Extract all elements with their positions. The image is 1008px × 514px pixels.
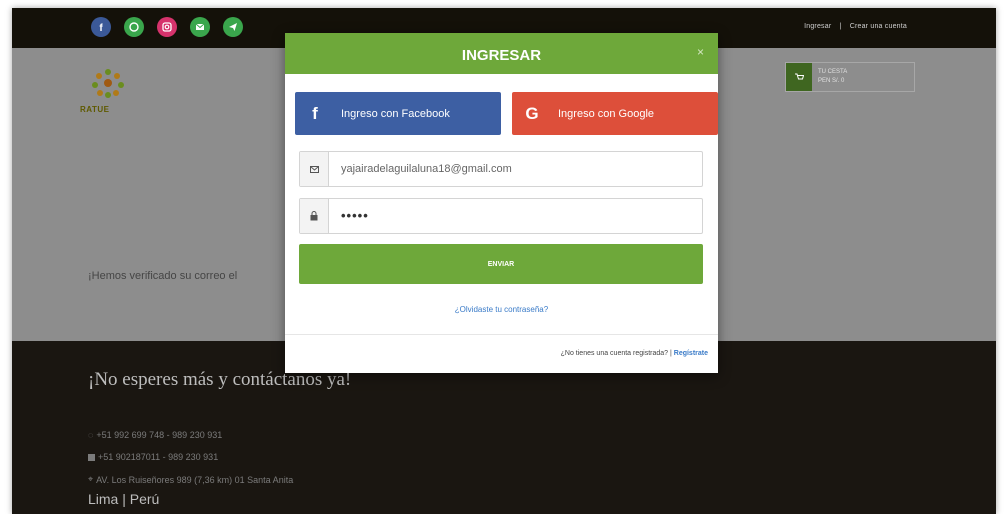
phone-1-text: +51 992 699 748 - 989 230 931 <box>96 430 223 440</box>
login-link[interactable]: Ingresar <box>804 23 831 30</box>
submit-button[interactable]: ENVIAR <box>299 244 703 284</box>
logo-text: RATUE <box>80 105 110 114</box>
whatsapp-icon[interactable] <box>124 17 144 37</box>
lock-icon <box>300 199 329 233</box>
cart-widget[interactable]: TU CESTA PEN S/. 0 <box>785 62 915 92</box>
envelope-icon <box>300 152 329 186</box>
phone-small-icon <box>88 453 95 461</box>
mail-icon[interactable] <box>190 17 210 37</box>
signup-prompt: ¿No tienes una cuenta registrada? | Regí… <box>561 350 708 357</box>
forgot-password-link[interactable]: ¿Olvidaste tu contraseña? <box>285 305 718 314</box>
close-icon[interactable]: × <box>697 45 704 59</box>
svg-text:f: f <box>99 23 103 33</box>
browser-viewport: f Ingresar | Crear una cuenta RATUE TU C… <box>12 8 996 514</box>
password-value: ••••• <box>341 208 369 223</box>
cart-icon[interactable] <box>786 63 812 91</box>
cart-label: TU CESTA <box>818 69 848 75</box>
cart-total: PEN S/. 0 <box>818 78 845 84</box>
instagram-icon[interactable] <box>157 17 177 37</box>
send-icon[interactable] <box>223 17 243 37</box>
email-value: yajairadelaguilaluna18@gmail.com <box>341 163 512 175</box>
footer-phone-2: +51 902187011 - 989 230 931 <box>88 452 218 462</box>
facebook-login-label: Ingreso con Facebook <box>341 107 450 120</box>
footer-city: Lima | Perú <box>88 491 160 507</box>
no-account-text: ¿No tienes una cuenta registrada? | <box>560 350 672 357</box>
google-login-label: Ingreso con Google <box>558 107 655 120</box>
cart-summary: TU CESTA PEN S/. 0 <box>818 68 847 86</box>
whatsapp-small-icon: ◌ <box>88 430 94 440</box>
phone-2-text: +51 902187011 - 989 230 931 <box>98 452 219 462</box>
login-modal: INGRESAR × f Ingreso con Facebook G Ingr… <box>285 33 718 373</box>
facebook-icon[interactable]: f <box>91 17 111 37</box>
link-separator: | <box>839 23 842 30</box>
facebook-login-button[interactable]: f Ingreso con Facebook <box>295 92 501 135</box>
footer-phone-1: ◌ +51 992 699 748 - 989 230 931 <box>88 430 222 440</box>
email-field[interactable]: yajairadelaguilaluna18@gmail.com <box>299 151 703 187</box>
modal-register-link[interactable]: Regístrate <box>674 350 708 357</box>
address-text: AV. Los Ruiseñores 989 (7,36 km) 01 Sant… <box>96 474 294 485</box>
register-link[interactable]: Crear una cuenta <box>850 23 907 30</box>
footer-address: ⌖ AV. Los Ruiseñores 989 (7,36 km) 01 Sa… <box>88 474 293 485</box>
location-pin-icon: ⌖ <box>88 474 94 484</box>
google-icon: G <box>525 103 539 123</box>
account-links: Ingresar | Crear una cuenta <box>801 23 910 30</box>
modal-header: INGRESAR × <box>285 33 718 74</box>
google-login-button[interactable]: G Ingreso con Google <box>512 92 718 135</box>
facebook-icon: f <box>312 103 318 123</box>
password-field[interactable]: ••••• <box>299 198 703 234</box>
verification-message: ¡Hemos verificado su correo el <box>88 270 238 282</box>
modal-title: INGRESAR <box>461 47 542 64</box>
modal-footer: ¿No tienes una cuenta registrada? | Regí… <box>285 334 718 373</box>
logo-icon[interactable] <box>88 66 128 110</box>
